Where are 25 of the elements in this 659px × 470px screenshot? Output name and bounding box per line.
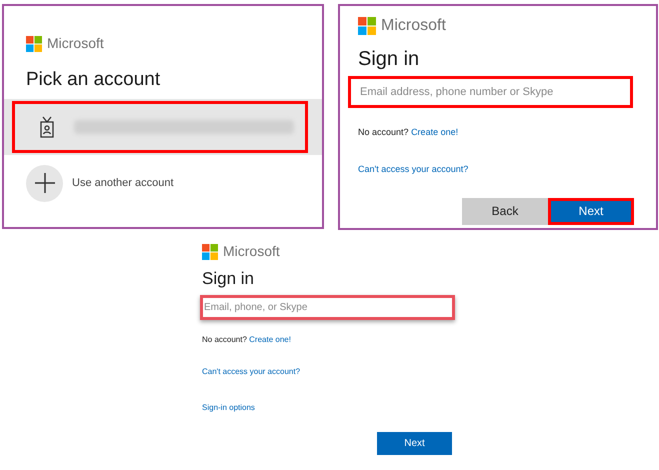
no-account-text: No account? Create one! <box>202 334 292 346</box>
logo-icon <box>202 244 218 260</box>
page-title: Sign in <box>202 268 255 290</box>
add-icon[interactable] <box>26 164 63 202</box>
brand-name: Microsoft <box>381 16 446 36</box>
back-button[interactable]: Back <box>462 198 548 224</box>
use-another-account[interactable]: Use another account <box>72 174 174 192</box>
no-account-text: No account? Create one! <box>358 126 460 139</box>
create-account-link[interactable]: Create one! <box>249 334 291 344</box>
create-account-link[interactable]: Create one! <box>411 127 458 137</box>
account-row[interactable] <box>12 100 308 152</box>
brand-name: Microsoft <box>47 34 104 53</box>
email-field[interactable]: Email, phone, or Skype <box>200 294 455 320</box>
help-link[interactable]: Can't access your account? <box>202 366 300 376</box>
help-link[interactable]: Can't access your account? <box>358 164 468 174</box>
logo-icon <box>26 36 42 52</box>
page-title: Pick an account <box>25 68 162 92</box>
badge-icon <box>40 116 54 138</box>
email-field[interactable]: Email address, phone number or Skype <box>348 76 633 108</box>
next-button[interactable]: Next <box>548 198 634 224</box>
brand-name: Microsoft <box>223 242 280 261</box>
help-link[interactable]: Sign-in options <box>202 402 255 412</box>
page-title: Sign in <box>358 47 420 72</box>
next-button[interactable]: Next <box>377 432 452 454</box>
logo-icon <box>358 17 376 35</box>
